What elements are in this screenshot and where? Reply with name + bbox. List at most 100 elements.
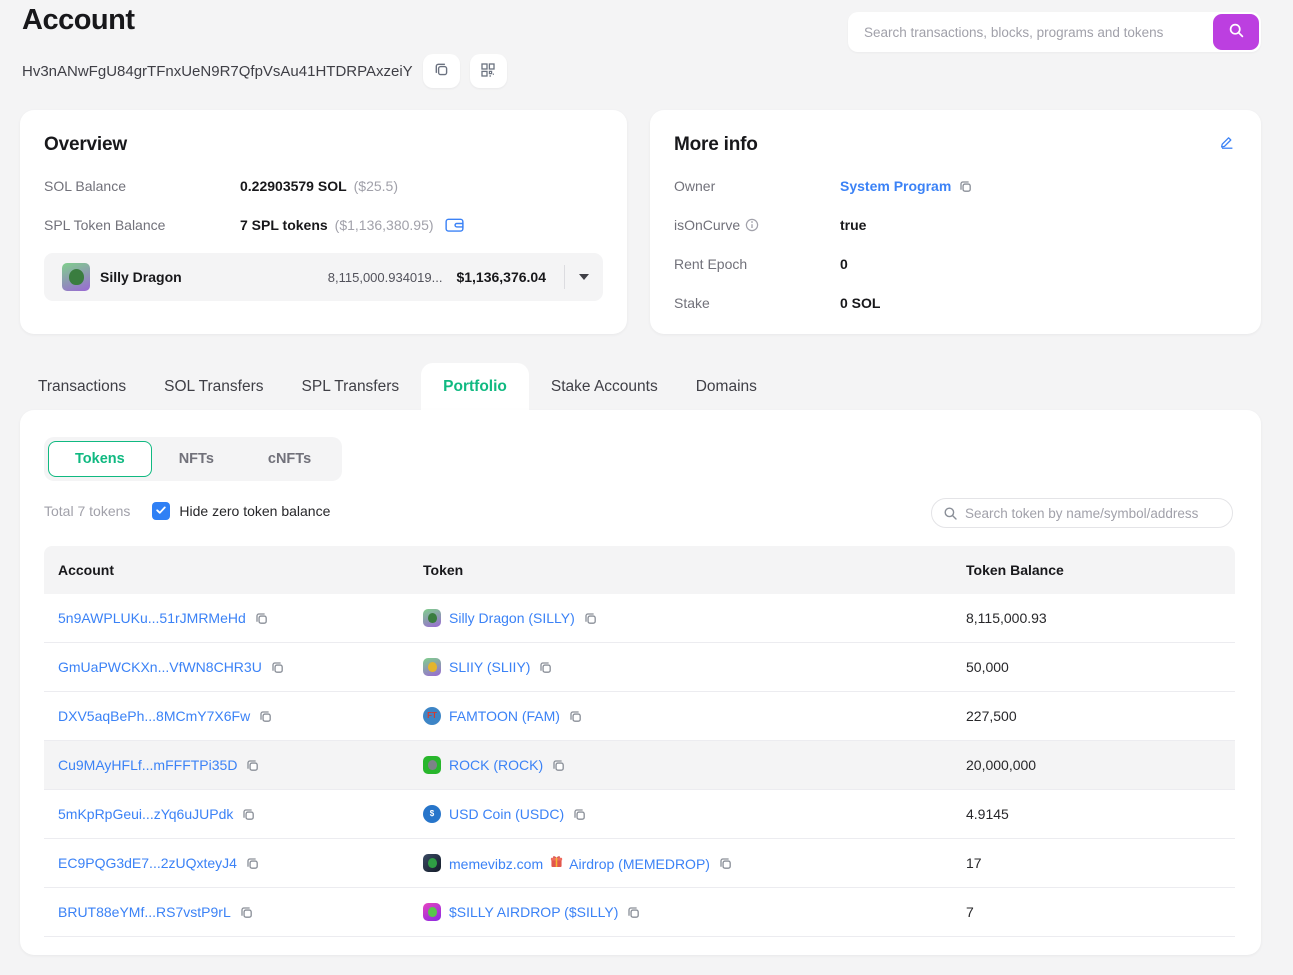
tab-label: SPL Transfers xyxy=(301,377,400,395)
hide-zero-checkbox[interactable] xyxy=(152,502,171,520)
token-link[interactable]: USD Coin (USDC) xyxy=(449,806,564,822)
token-link[interactable]: $SILLY AIRDROP ($SILLY) xyxy=(449,904,618,920)
label-text: Owner xyxy=(674,178,716,194)
subtab-label: Tokens xyxy=(75,451,125,467)
token-name-part: memevibz.com xyxy=(449,856,548,872)
account-link[interactable]: BRUT88eYMf...RS7vstP9rL xyxy=(58,904,231,920)
copy-icon[interactable] xyxy=(551,758,566,773)
copy-icon[interactable] xyxy=(258,709,273,724)
value-text: 0 xyxy=(840,256,848,272)
search-button[interactable] xyxy=(1213,14,1259,50)
account-link[interactable]: EC9PQG3dE7...2zUQxteyJ4 xyxy=(58,855,237,871)
copy-icon[interactable] xyxy=(270,660,285,675)
copy-icon[interactable] xyxy=(239,905,254,920)
copy-icon[interactable] xyxy=(572,807,587,822)
copy-icon[interactable] xyxy=(241,807,256,822)
token-table-row: EC9PQG3dE7...2zUQxteyJ4 memevibz.com Aird… xyxy=(44,839,1235,888)
tab-portfolio[interactable]: Portfolio xyxy=(421,363,529,410)
edit-button[interactable] xyxy=(1219,134,1235,153)
tab-domains[interactable]: Domains xyxy=(680,363,773,410)
tab-label: SOL Transfers xyxy=(164,377,264,395)
token-cell: memevibz.com Airdrop (MEMEDROP) xyxy=(409,854,952,872)
overview-row-value: 7 SPL tokens ($1,136,380.95) xyxy=(240,217,464,233)
token-search-input[interactable] xyxy=(965,505,1232,521)
copy-icon[interactable] xyxy=(254,611,269,626)
tab-label: Domains xyxy=(695,377,757,395)
info-icon xyxy=(745,218,759,232)
token-list-meta: Total 7 tokens Hide zero token balance xyxy=(44,502,330,520)
token-cell: FT FAMTOON (FAM) xyxy=(409,707,952,725)
account-link[interactable]: 5n9AWPLUKu...51rJMRMeHd xyxy=(58,610,246,626)
more-info-title: More info xyxy=(674,134,758,155)
more-info-row: isOnCurve true xyxy=(674,217,1237,233)
tab-label: Portfolio xyxy=(443,377,507,395)
column-header-token: Token xyxy=(423,562,464,578)
column-header-token-balance: Token Balance xyxy=(966,562,1064,578)
overview-row: SOL Balance 0.22903579 SOL ($25.5) xyxy=(44,178,603,194)
token-link[interactable]: Silly Dragon (SILLY) xyxy=(449,610,575,626)
copy-icon[interactable] xyxy=(958,179,973,194)
token-table-row: DXV5aqBePh...8MCmY7X6Fw FT FAMTOON (FAM) 22… xyxy=(44,692,1235,741)
token-cell: SLIIY (SLIIY) xyxy=(409,658,952,676)
token-selector-dropdown[interactable]: Silly Dragon 8,115,000.934019... $1,136,… xyxy=(44,253,603,301)
token-link[interactable]: FAMTOON (FAM) xyxy=(449,708,560,724)
label-text: Rent Epoch xyxy=(674,256,748,272)
token-link[interactable]: SLIIY (SLIIY) xyxy=(449,659,530,675)
value-sub-text: ($1,136,380.95) xyxy=(334,217,434,233)
copy-icon[interactable] xyxy=(718,856,733,871)
more-info-row-value: true xyxy=(840,217,866,233)
tab-sol-transfers[interactable]: SOL Transfers xyxy=(148,363,279,410)
more-info-row-label: isOnCurve xyxy=(674,217,840,233)
subtab-nfts[interactable]: NFTs xyxy=(152,441,241,477)
token-name-part: Airdrop (MEMEDROP) xyxy=(566,856,710,872)
account-link[interactable]: Cu9MAyHFLf...mFFFTPi35D xyxy=(58,757,237,773)
copy-icon xyxy=(433,61,450,81)
token-balance-cell: 20,000,000 xyxy=(966,757,1037,773)
sliiy-token-icon xyxy=(423,658,441,676)
token-balance-cell: 227,500 xyxy=(966,708,1017,724)
copy-icon[interactable] xyxy=(245,758,260,773)
silly-dragon-glyph xyxy=(68,269,84,285)
token-balance-cell: 17 xyxy=(966,855,982,871)
copy-icon[interactable] xyxy=(538,660,553,675)
more-info-row: Owner System Program xyxy=(674,178,1237,194)
total-tokens-text: Total 7 tokens xyxy=(44,503,131,519)
rock-glyph xyxy=(427,760,437,770)
qr-code-button[interactable] xyxy=(469,54,507,88)
wallet-icon[interactable] xyxy=(444,217,464,233)
account-address-row: Hv3nANwFgU84grTFnxUeN9R7QfpVsAu41HTDRPAx… xyxy=(22,54,507,88)
owner-link[interactable]: System Program xyxy=(840,178,951,194)
value-sub-text: ($25.5) xyxy=(353,178,398,194)
more-info-row: Rent Epoch 0 xyxy=(674,256,1237,272)
copy-icon[interactable] xyxy=(245,856,260,871)
account-link[interactable]: DXV5aqBePh...8MCmY7X6Fw xyxy=(58,708,250,724)
portfolio-panel: Tokens NFTs cNFTs Total 7 tokens Hide zero… xyxy=(20,410,1261,955)
hide-zero-label[interactable]: Hide zero token balance xyxy=(179,503,330,519)
search-icon xyxy=(943,506,958,521)
copy-address-button[interactable] xyxy=(422,54,460,88)
token-cell: $SILLY AIRDROP ($SILLY) xyxy=(409,903,952,921)
token-table: Account Token Token Balance 5n9AWPLUKu...5… xyxy=(44,546,1235,937)
token-balance-cell: 4.9145 xyxy=(966,806,1009,822)
copy-icon[interactable] xyxy=(626,905,641,920)
selector-token-amount: 8,115,000.934019... xyxy=(327,269,443,285)
usdc-token-icon: $ xyxy=(423,805,441,823)
account-cell: Cu9MAyHFLf...mFFFTPi35D xyxy=(44,757,409,773)
token-link[interactable]: memevibz.com Airdrop (MEMEDROP) xyxy=(449,854,710,872)
copy-icon[interactable] xyxy=(568,709,583,724)
more-info-row-value: 0 xyxy=(840,256,848,272)
account-link[interactable]: GmUaPWCKXn...VfWN8CHR3U xyxy=(58,659,262,675)
account-link[interactable]: 5mKpRpGeui...zYq6uJUPdk xyxy=(58,806,233,822)
chevron-down-icon xyxy=(579,274,589,280)
tab-transactions[interactable]: Transactions xyxy=(22,363,142,410)
tab-stake-accounts[interactable]: Stake Accounts xyxy=(535,363,674,410)
global-search-input[interactable] xyxy=(848,24,1213,40)
qr-code-icon xyxy=(480,62,496,81)
copy-icon[interactable] xyxy=(583,611,598,626)
silly-dragon-glyph xyxy=(427,613,437,623)
tab-spl-transfers[interactable]: SPL Transfers xyxy=(286,363,416,410)
subtab-tokens[interactable]: Tokens xyxy=(48,441,152,477)
token-cell: ROCK (ROCK) xyxy=(409,756,952,774)
token-link[interactable]: ROCK (ROCK) xyxy=(449,757,543,773)
subtab-cnfts[interactable]: cNFTs xyxy=(241,441,338,477)
